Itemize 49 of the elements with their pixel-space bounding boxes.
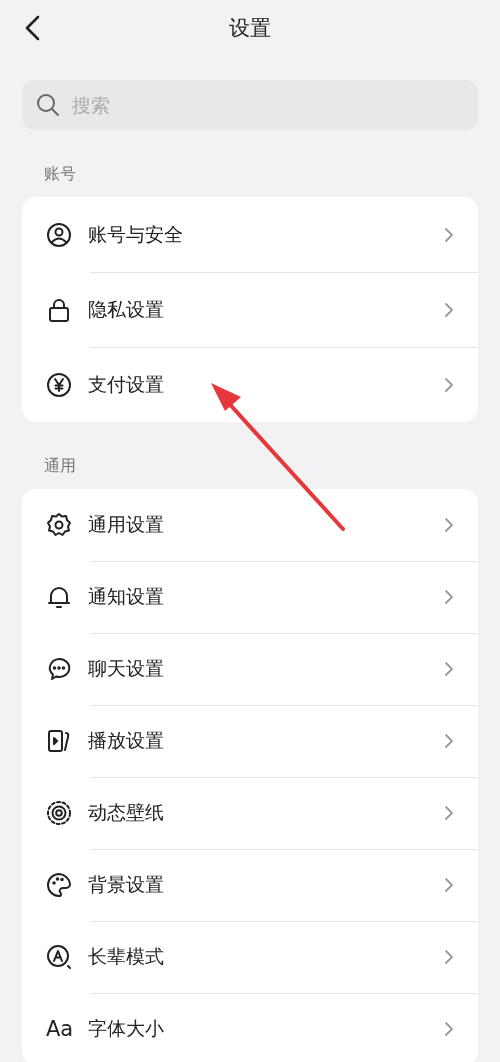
row-label: 字体大小 [88,1016,165,1041]
lock-icon [46,296,72,323]
play-icon [46,728,72,754]
row-label: 隐私设置 [88,296,165,322]
chevron-icon [444,661,454,677]
chevron-icon [444,949,454,965]
settings-row[interactable]: 动态壁纸 [22,777,478,849]
settings-row[interactable]: 通用设置 [22,489,478,561]
settings-row[interactable]: 通知设置 [22,561,478,633]
row-label: 支付设置 [88,371,165,397]
settings-row[interactable]: 隐私设置 [22,272,478,347]
chevron-icon [444,805,454,821]
settings-row[interactable]: Aa 字体大小 [22,993,478,1062]
section-title: 账号 [43,164,77,185]
gear-icon [46,512,72,538]
settings-row[interactable]: 背景设置 [22,849,478,921]
row-label: 通知设置 [88,584,165,609]
chevron-icon [444,517,454,533]
row-label: 聊天设置 [88,656,165,681]
settings-row[interactable]: 长辈模式 [22,921,478,993]
row-label: 通用设置 [88,512,165,537]
chevron-icon [444,226,454,243]
chevron-icon [444,376,454,393]
search-icon [36,93,60,117]
chevron-icon [444,1021,454,1037]
row-label: 动态壁纸 [88,800,165,825]
search-field[interactable]: 搜索 [22,80,478,130]
palette-icon [46,872,72,898]
page-title: 设置 [229,15,271,42]
chat-icon [46,656,72,682]
chevron-icon [444,301,454,318]
row-label: 长辈模式 [88,944,165,969]
settings-row[interactable]: 账号与安全 [22,197,478,272]
settings-row[interactable]: 播放设置 [22,705,478,777]
row-label: 播放设置 [88,728,165,753]
bell-icon [46,584,72,610]
chevron-icon [444,733,454,749]
settings-row[interactable]: 聊天设置 [22,633,478,705]
section-title: 通用 [43,456,77,477]
back-icon[interactable] [24,15,40,41]
yen-icon [46,371,72,398]
chevron-icon [444,589,454,605]
font-size-icon: Aa [46,1017,72,1041]
row-label: 账号与安全 [88,221,184,247]
wallpaper-icon [46,800,72,826]
row-label: 背景设置 [88,872,165,897]
chevron-icon [444,877,454,893]
settings-row[interactable]: 支付设置 [22,347,478,422]
user-icon [46,221,72,248]
